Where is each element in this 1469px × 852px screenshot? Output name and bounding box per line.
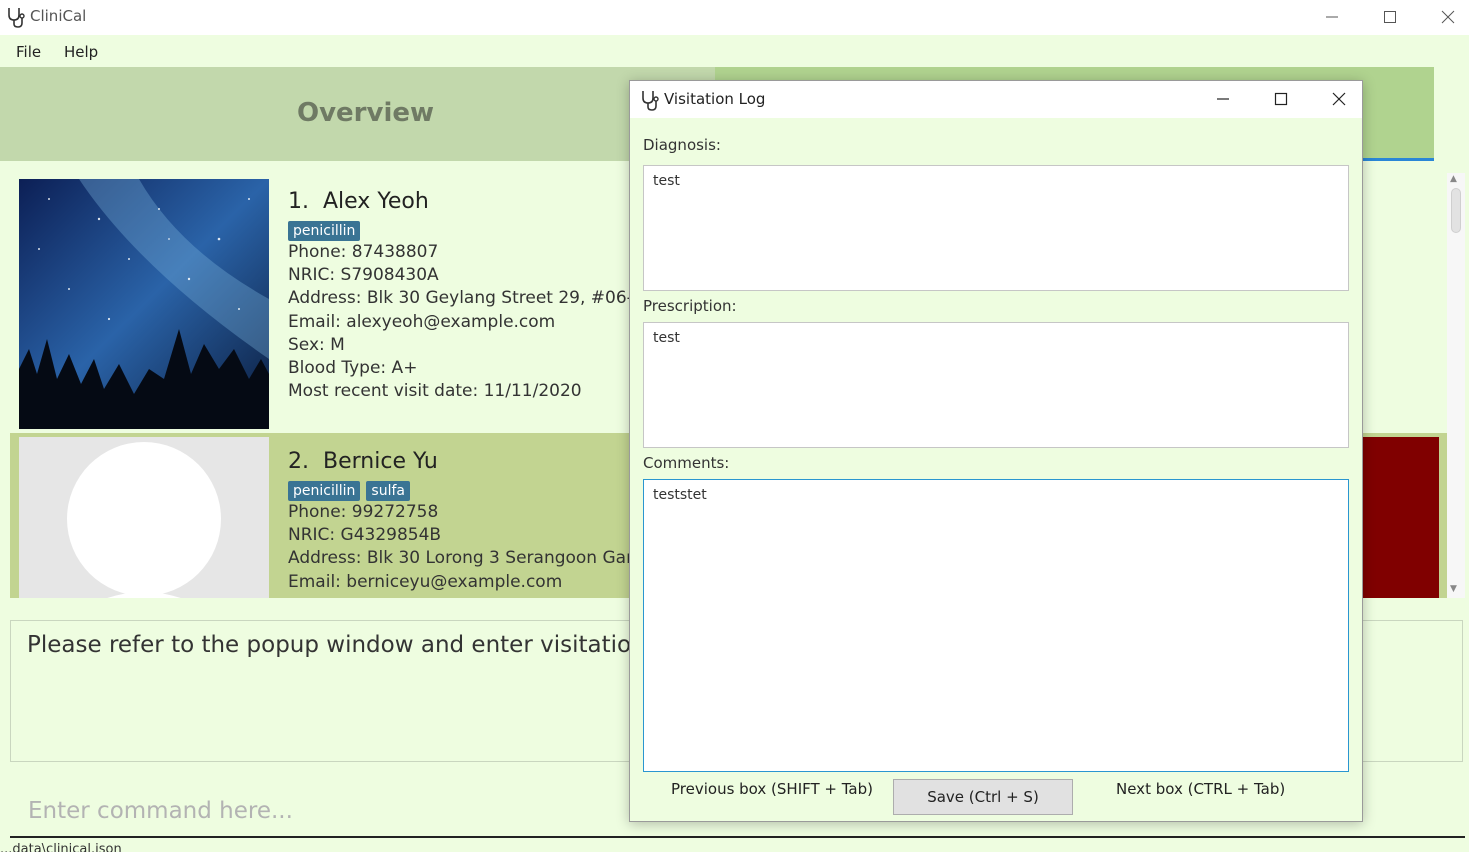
diagnosis-field[interactable]: test (643, 165, 1349, 291)
minimize-button[interactable] (1303, 0, 1361, 35)
patient-email: Email: alexyeoh@example.com (288, 312, 556, 332)
allergy-tag: penicillin (288, 221, 361, 241)
popup-maximize-button[interactable] (1252, 81, 1310, 118)
close-button[interactable] (1419, 0, 1469, 35)
close-icon (1441, 10, 1455, 24)
popup-close-button[interactable] (1310, 81, 1368, 118)
window-titlebar: CliniCal (0, 0, 1469, 35)
maximize-button[interactable] (1361, 0, 1419, 35)
prescription-field[interactable]: test (643, 322, 1349, 448)
patient-tags: penicillin (288, 220, 366, 242)
menu-help[interactable]: Help (64, 43, 98, 61)
patient-visit-date: Most recent visit date: 11/11/2020 (288, 381, 582, 401)
menu-file[interactable]: File (16, 43, 41, 61)
patient-phone: Phone: 99272758 (288, 502, 439, 522)
result-text: Please refer to the popup window and ent… (27, 632, 696, 658)
allergy-tag: sulfa (366, 481, 410, 501)
save-button[interactable]: Save (Ctrl + S) (893, 779, 1073, 815)
menubar: File Help (0, 35, 1469, 67)
patient-address: Address: Blk 30 Geylang Street 29, #06-4… (288, 288, 655, 308)
minimize-icon (1217, 98, 1229, 100)
maximize-icon (1384, 11, 1396, 23)
scroll-up-icon[interactable]: ▲ (1450, 174, 1457, 184)
minimize-icon (1326, 16, 1338, 18)
patient-phone: Phone: 87438807 (288, 242, 439, 262)
tab-overview-label: Overview (297, 98, 435, 128)
popup-minimize-button[interactable] (1194, 81, 1252, 118)
patient-nric: NRIC: G4329854B (288, 525, 442, 545)
visitation-log-window: Visitation Log Diagnosis: test Prescript… (629, 80, 1363, 822)
patient-address: Address: Blk 30 Lorong 3 Serangoon Garde… (288, 548, 674, 568)
patient-name: 1. Alex Yeoh (288, 189, 429, 214)
selection-marker (1354, 437, 1439, 598)
tab-overview[interactable]: Overview (0, 67, 715, 161)
avatar-placeholder-icon (19, 437, 269, 598)
status-bar-text: ...data\clinical.json (0, 842, 122, 852)
close-icon (1332, 92, 1346, 106)
patient-blood-type: Blood Type: A+ (288, 358, 418, 378)
patient-photo (19, 179, 269, 429)
scroll-down-icon[interactable]: ▼ (1450, 584, 1457, 594)
allergy-tag: penicillin (288, 481, 361, 501)
prescription-label: Prescription: (643, 297, 737, 315)
comments-label: Comments: (643, 454, 730, 472)
patient-name: 2. Bernice Yu (288, 449, 438, 474)
window-title: CliniCal (30, 7, 87, 25)
patient-tags: penicillin sulfa (288, 480, 416, 502)
patient-sex: Sex: M (288, 335, 345, 355)
maximize-icon (1274, 92, 1288, 106)
popup-title: Visitation Log (664, 90, 766, 108)
comments-field[interactable]: teststet (643, 479, 1349, 772)
popup-titlebar: Visitation Log (630, 81, 1362, 118)
stethoscope-icon (642, 91, 659, 111)
next-box-button[interactable]: Next box (CTRL + Tab) (1116, 780, 1285, 798)
tab-active-indicator (1362, 158, 1434, 161)
patient-email: Email: berniceyu@example.com (288, 572, 563, 592)
previous-box-button[interactable]: Previous box (SHIFT + Tab) (671, 780, 873, 798)
patient-nric: NRIC: S7908430A (288, 265, 439, 285)
stethoscope-icon (8, 8, 25, 28)
scroll-thumb[interactable] (1451, 188, 1461, 233)
diagnosis-label: Diagnosis: (643, 136, 721, 154)
list-scrollbar[interactable]: ▲ ▼ (1447, 173, 1465, 598)
